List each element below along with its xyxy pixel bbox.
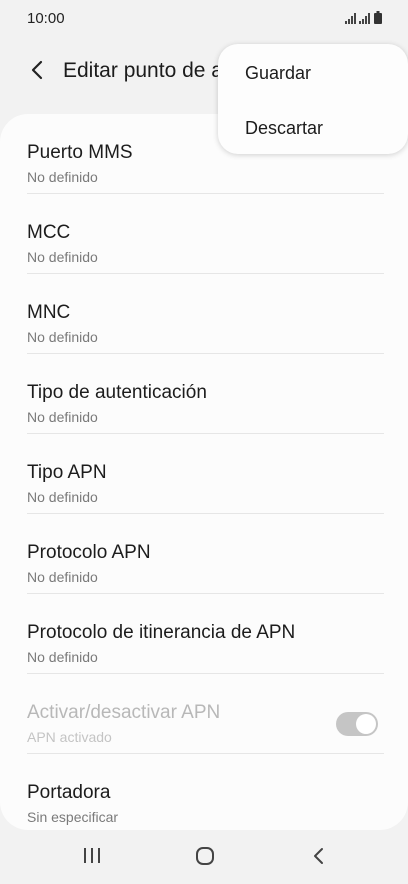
setting-label: Portadora [27,782,111,803]
setting-value: No definido [27,329,98,345]
divider [27,753,384,754]
back-arrow-icon [31,60,43,80]
setting-label: Tipo APN [27,462,107,483]
setting-value: APN activado [27,729,112,745]
setting-value: No definido [27,249,98,265]
setting-label: Tipo de autenticación [27,382,207,403]
setting-value: No definido [27,649,98,665]
status-time: 10:00 [27,10,65,27]
divider [27,273,384,274]
setting-label: Protocolo de itinerancia de APN [27,622,296,643]
navigation-bar [0,830,408,884]
setting-label: MCC [27,222,71,243]
setting-value: No definido [27,489,98,505]
toggle-knob [356,714,376,734]
menu-item-discard[interactable]: Descartar [245,118,323,139]
recent-apps-icon [84,848,100,863]
setting-value: No definido [27,409,98,425]
divider [27,513,384,514]
setting-label: Puerto MMS [27,142,133,163]
setting-bearer[interactable]: Portadora Sin especificar [0,764,408,830]
menu-item-save[interactable]: Guardar [245,63,311,84]
home-icon [196,847,214,865]
setting-auth-type[interactable]: Tipo de autenticación No definido [0,364,408,444]
back-button[interactable] [24,56,52,84]
nav-back-icon [314,848,323,864]
setting-apn-protocol[interactable]: Protocolo APN No definido [0,524,408,604]
setting-label: Protocolo APN [27,542,151,563]
nav-back-button[interactable] [305,844,333,868]
divider [27,433,384,434]
status-icons [345,11,382,24]
setting-value: Sin especificar [27,809,119,825]
setting-label: Activar/desactivar APN [27,702,221,723]
signal-icon [345,13,370,24]
status-bar: 10:00 [0,0,408,36]
apn-enable-toggle[interactable] [336,712,378,736]
setting-apn-type[interactable]: Tipo APN No definido [0,444,408,524]
setting-label: MNC [27,302,71,323]
setting-apn-enable[interactable]: Activar/desactivar APN APN activado [0,684,408,764]
divider [27,673,384,674]
divider [27,193,384,194]
settings-list: Puerto MMS No definido MCC No definido M… [0,114,408,830]
page-title: Editar punto de a [63,59,223,82]
battery-icon [374,11,382,24]
overflow-menu: Guardar Descartar [218,44,408,154]
recent-apps-button[interactable] [78,844,106,868]
setting-apn-roaming-protocol[interactable]: Protocolo de itinerancia de APN No defin… [0,604,408,684]
setting-mcc[interactable]: MCC No definido [0,204,408,284]
divider [27,353,384,354]
setting-value: No definido [27,569,98,585]
divider [27,593,384,594]
home-button[interactable] [191,844,219,868]
setting-mnc[interactable]: MNC No definido [0,284,408,364]
setting-value: No definido [27,169,98,185]
